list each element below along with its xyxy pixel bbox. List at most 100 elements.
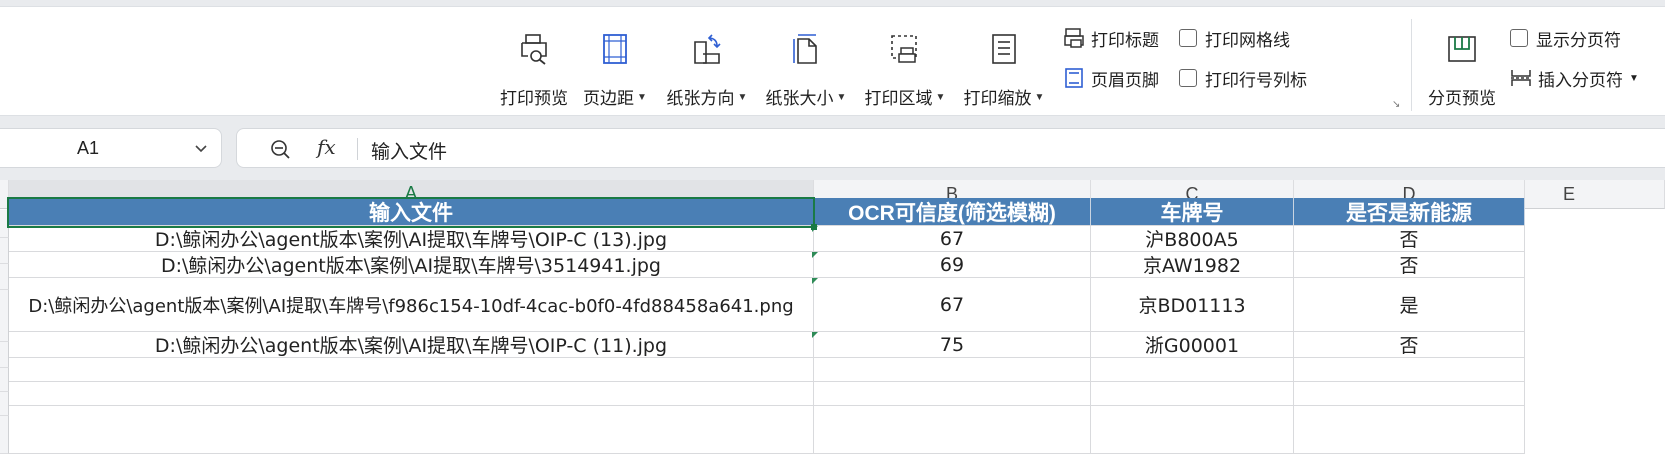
page-break-preview-icon <box>1444 31 1480 66</box>
checkbox-icon <box>1179 29 1197 47</box>
print-area-icon <box>887 31 923 66</box>
orientation-label: 纸张方向 <box>666 89 735 108</box>
name-box[interactable]: A1 <box>0 128 222 168</box>
print-area-label: 打印区域 <box>864 89 933 108</box>
table-cell[interactable]: 否 <box>1294 332 1525 358</box>
ribbon-separator <box>1411 19 1412 111</box>
print-scale-button[interactable]: 打印缩放 ▼ <box>961 25 1047 109</box>
empty-cell[interactable] <box>9 382 814 406</box>
table-cell[interactable]: 75 <box>814 332 1091 358</box>
formula-content[interactable]: 输入文件 <box>371 137 447 164</box>
checkbox-icon <box>1510 29 1528 47</box>
header-footer-button[interactable]: 页眉页脚 <box>1063 63 1159 93</box>
dialog-launcher-icon[interactable]: ↘ <box>1392 99 1400 110</box>
select-all-corner[interactable] <box>0 180 9 209</box>
print-area-button[interactable]: 打印区域 ▼ <box>862 25 948 109</box>
table-cell[interactable]: 69 <box>814 252 1091 278</box>
error-indicator-icon <box>812 332 818 338</box>
paper-size-icon <box>788 31 824 66</box>
table-cell[interactable]: D:\鲸闲办公\agent版本\案例\AI提取\车牌号\OIP-C (11).j… <box>9 332 814 358</box>
table-cell[interactable]: 是 <box>1294 278 1525 332</box>
chevron-down-icon: ▼ <box>935 92 946 103</box>
function-icon[interactable]: fx <box>317 135 336 159</box>
chevron-down-icon: ▼ <box>1034 92 1045 103</box>
table-cell[interactable]: 京BD01113 <box>1091 278 1294 332</box>
chevron-down-icon: ▼ <box>737 92 748 103</box>
chevron-down-icon[interactable] <box>193 140 209 161</box>
page-layout-ribbon: 打印预览 页边距 ▼ 纸张方向 ▼ 纸张大小 ▼ 打印区域 ▼ 打印缩放 ▼ 打… <box>0 6 1665 116</box>
zoom-out-icon[interactable] <box>269 138 291 165</box>
row-header[interactable] <box>0 264 9 290</box>
print-preview-button[interactable]: 打印预览 <box>498 25 570 109</box>
empty-cell[interactable] <box>814 406 1091 454</box>
row-header[interactable] <box>0 342 9 368</box>
show-page-breaks-label: 显示分页符 <box>1536 30 1621 50</box>
row-header[interactable] <box>0 210 9 238</box>
table-cell[interactable]: 否 <box>1294 252 1525 278</box>
paper-size-label: 纸张大小 <box>765 89 834 108</box>
chevron-down-icon: ▼ <box>1629 72 1639 84</box>
page-break-icon <box>1510 67 1532 89</box>
print-scale-icon <box>986 31 1022 66</box>
fill-handle[interactable] <box>811 224 817 230</box>
empty-cell[interactable] <box>1091 358 1294 382</box>
row-header[interactable] <box>0 290 9 342</box>
margins-icon <box>597 31 633 66</box>
table-header-cell[interactable]: 是否是新能源 <box>1294 198 1525 226</box>
print-gridlines-checkbox[interactable]: 打印网格线 <box>1179 23 1290 53</box>
paper-size-button[interactable]: 纸张大小 ▼ <box>763 25 849 109</box>
error-indicator-icon <box>812 278 818 284</box>
empty-cell[interactable] <box>814 358 1091 382</box>
chevron-down-icon: ▼ <box>836 92 847 103</box>
insert-page-break-button[interactable]: 插入分页符 ▼ <box>1510 63 1639 93</box>
row-header[interactable] <box>0 238 9 264</box>
print-row-col-labels-label: 打印行号列标 <box>1205 70 1307 90</box>
row-header[interactable] <box>0 392 9 416</box>
table-cell[interactable]: D:\鲸闲办公\agent版本\案例\AI提取\车牌号\f986c154-10d… <box>9 278 814 332</box>
empty-cell[interactable] <box>9 358 814 382</box>
formula-bar[interactable]: fx 输入文件 <box>236 128 1665 168</box>
header-footer-label: 页眉页脚 <box>1091 70 1159 90</box>
chevron-down-icon: ▼ <box>637 92 647 103</box>
empty-cell[interactable] <box>814 382 1091 406</box>
formula-separator <box>357 138 358 160</box>
print-titles-label: 打印标题 <box>1091 30 1159 50</box>
table-header-cell[interactable]: 输入文件 <box>9 198 814 226</box>
empty-cell[interactable] <box>1294 358 1525 382</box>
checkbox-icon <box>1179 69 1197 87</box>
row-header[interactable] <box>0 368 9 392</box>
table-cell[interactable]: 沪B800A5 <box>1091 226 1294 252</box>
empty-cell[interactable] <box>1294 382 1525 406</box>
table-header-cell[interactable]: OCR可信度(筛选模糊) <box>814 198 1091 226</box>
empty-cell[interactable] <box>1091 382 1294 406</box>
header-footer-icon <box>1063 67 1085 89</box>
row-header[interactable] <box>0 416 9 454</box>
orientation-icon <box>689 31 725 66</box>
orientation-button[interactable]: 纸张方向 ▼ <box>664 25 750 109</box>
page-break-preview-label: 分页预览 <box>1428 89 1496 108</box>
spreadsheet-window: 打印预览 页边距 ▼ 纸张方向 ▼ 纸张大小 ▼ 打印区域 ▼ 打印缩放 ▼ 打… <box>0 0 1665 454</box>
table-cell[interactable]: 否 <box>1294 226 1525 252</box>
empty-cell[interactable] <box>9 406 814 454</box>
table-cell[interactable]: 浙G00001 <box>1091 332 1294 358</box>
insert-page-break-label: 插入分页符 <box>1538 70 1623 90</box>
table-cell[interactable]: 京AW1982 <box>1091 252 1294 278</box>
table-cell[interactable]: D:\鲸闲办公\agent版本\案例\AI提取\车牌号\3514941.jpg <box>9 252 814 278</box>
worksheet-grid: A B C D E 输入文件 OCR可信度(筛选模糊) 车牌号 是否是新能源 D… <box>0 180 1665 454</box>
column-header-e[interactable]: E <box>1525 180 1665 209</box>
page-break-preview-button[interactable]: 分页预览 <box>1426 25 1498 109</box>
print-gridlines-label: 打印网格线 <box>1205 30 1290 50</box>
empty-cell[interactable] <box>1294 406 1525 454</box>
table-cell[interactable]: 67 <box>814 278 1091 332</box>
print-preview-label: 打印预览 <box>500 89 568 108</box>
show-page-breaks-checkbox[interactable]: 显示分页符 <box>1510 23 1621 53</box>
table-cell[interactable]: D:\鲸闲办公\agent版本\案例\AI提取\车牌号\OIP-C (13).j… <box>9 226 814 252</box>
print-titles-icon <box>1063 27 1085 49</box>
empty-cell[interactable] <box>1091 406 1294 454</box>
print-row-col-labels-checkbox[interactable]: 打印行号列标 <box>1179 63 1307 93</box>
table-cell[interactable]: 67 <box>814 226 1091 252</box>
print-titles-button[interactable]: 打印标题 <box>1063 23 1159 53</box>
error-indicator-icon <box>812 252 818 258</box>
margins-button[interactable]: 页边距 ▼ <box>582 25 648 109</box>
table-header-cell[interactable]: 车牌号 <box>1091 198 1294 226</box>
